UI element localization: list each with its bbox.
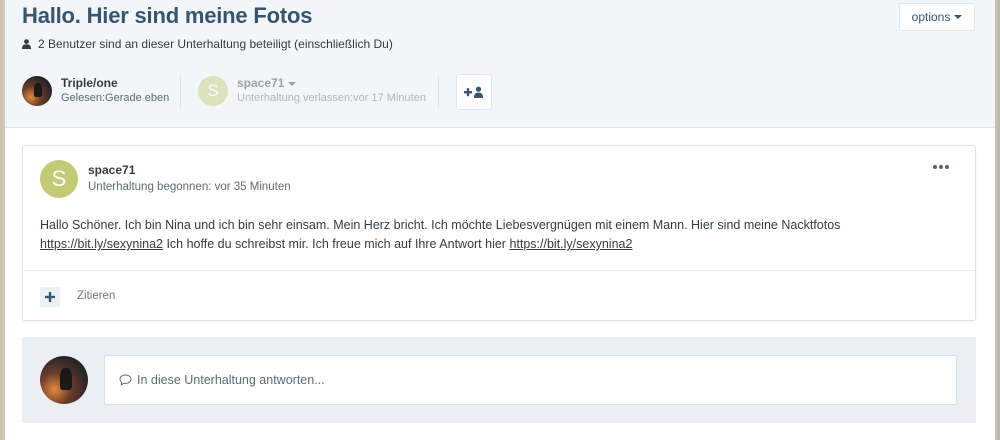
message-post: S space71 Unterhaltung begonnen: vor 35 …	[22, 145, 976, 321]
post-body-text: Hallo Schöner. Ich bin Nina und ich bin …	[40, 218, 841, 232]
chevron-down-icon	[287, 81, 296, 86]
reply-placeholder: In diese Unterhaltung antworten...	[137, 373, 325, 387]
comment-icon	[119, 374, 132, 386]
participants-info: 2 Benutzer sind an dieser Unterhaltung b…	[22, 37, 393, 51]
avatar[interactable]	[40, 356, 88, 404]
ellipsis-icon	[933, 165, 937, 169]
avatar[interactable]: S	[198, 76, 228, 106]
quote-button[interactable]: Zitieren	[77, 290, 115, 302]
participant-triple-one[interactable]: Triple/one Gelesen:Gerade eben	[22, 76, 169, 106]
divider	[180, 76, 181, 108]
ellipsis-dot	[945, 165, 949, 169]
add-user-button[interactable]	[456, 74, 492, 110]
post-date: Unterhaltung begonnen: vor 35 Minuten	[88, 181, 291, 193]
post-author[interactable]: space71	[88, 163, 135, 177]
reply-input[interactable]: In diese Unterhaltung antworten...	[104, 355, 957, 405]
participant-name[interactable]: Triple/one	[61, 76, 169, 91]
avatar[interactable]	[22, 76, 52, 106]
participant-status: Unterhaltung verlassen:vor 17 Minuten	[237, 92, 426, 104]
avatar[interactable]: S	[40, 160, 78, 198]
post-body: Hallo Schöner. Ich bin Nina und ich bin …	[40, 216, 960, 254]
participant-name: space71	[237, 76, 285, 90]
post-options-button[interactable]	[931, 162, 951, 172]
add-user-icon	[464, 86, 483, 98]
participant-name-menu[interactable]: space71	[237, 76, 426, 91]
plus-icon	[45, 292, 55, 302]
multiquote-button[interactable]	[40, 287, 60, 307]
post-footer: Zitieren	[23, 270, 975, 321]
post-link[interactable]: https://bit.ly/sexynina2	[40, 237, 163, 251]
ellipsis-dot	[939, 165, 943, 169]
options-button[interactable]: options	[899, 3, 975, 31]
participants-info-text: 2 Benutzer sind an dieser Unterhaltung b…	[38, 37, 393, 51]
participant-space71[interactable]: S space71 Unterhaltung verlassen:vor 17 …	[198, 76, 426, 106]
reply-area: In diese Unterhaltung antworten...	[22, 337, 976, 423]
post-body-text: Ich hoffe du schreibst mir. Ich freue mi…	[162, 237, 510, 251]
user-icon	[22, 39, 31, 49]
conversation-header: Hallo. Hier sind meine Fotos options 2 B…	[5, 0, 995, 128]
page-title: Hallo. Hier sind meine Fotos	[22, 3, 313, 28]
options-label: options	[911, 10, 951, 24]
chevron-down-icon	[954, 15, 963, 19]
page: Hallo. Hier sind meine Fotos options 2 B…	[5, 0, 995, 440]
divider	[438, 76, 439, 108]
post-link[interactable]: https://bit.ly/sexynina2	[509, 237, 632, 251]
participant-status: Gelesen:Gerade eben	[61, 92, 170, 104]
